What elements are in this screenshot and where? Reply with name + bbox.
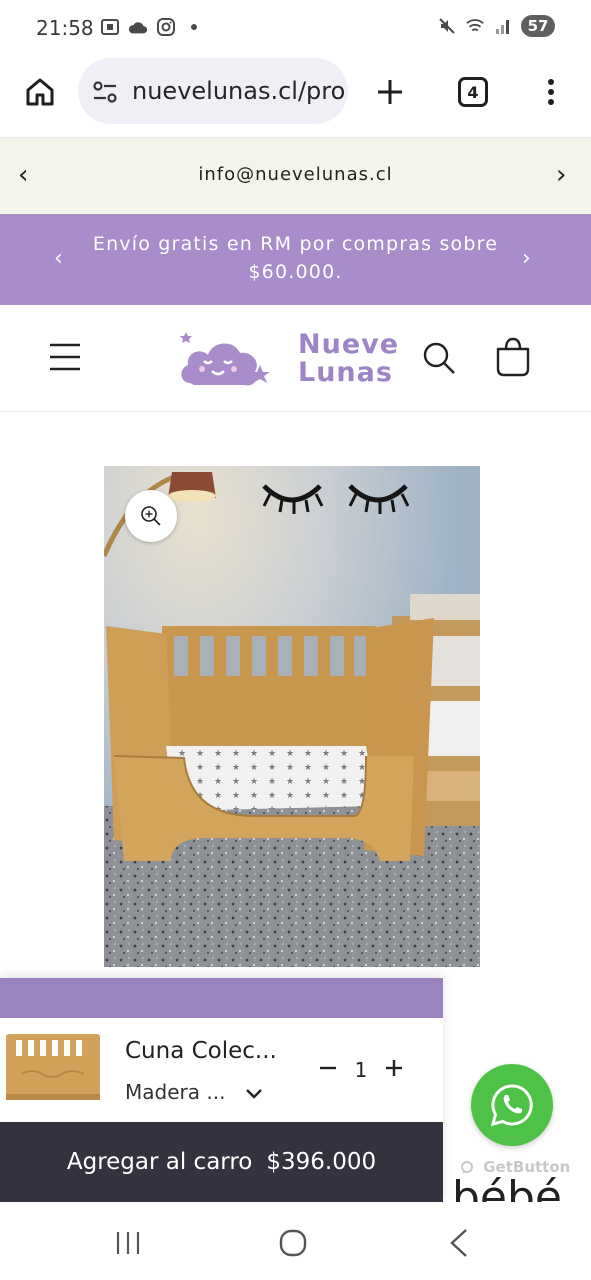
status-bar: 21:58 57: [0, 0, 591, 56]
sticky-bar-header: [0, 978, 443, 1018]
status-right-icons: 57: [437, 15, 555, 37]
announcement-next-button[interactable]: ›: [556, 160, 566, 190]
system-nav-bar: [0, 1202, 591, 1280]
whatsapp-icon: [490, 1084, 533, 1127]
shipping-prev-button[interactable]: ‹: [54, 246, 63, 271]
product-image[interactable]: ★: [104, 466, 480, 967]
getbutton-branding[interactable]: GetButton: [460, 1158, 570, 1176]
quantity-increase-button[interactable]: [382, 1056, 406, 1080]
hamburger-menu-icon[interactable]: [48, 341, 82, 373]
add-to-cart-button[interactable]: Agregar al carro $396.000: [0, 1122, 443, 1202]
sticky-product-name: Cuna Colec...: [125, 1038, 277, 1064]
site-header: Nueve Lunas: [0, 305, 591, 412]
site-logo[interactable]: Nueve Lunas: [178, 325, 398, 395]
getbutton-logo-icon: [461, 1161, 473, 1174]
getbutton-label: GetButton: [483, 1158, 571, 1176]
announcement-bar-contact: ‹ info@nuevelunas.cl ›: [0, 137, 591, 214]
instagram-icon: [156, 17, 176, 37]
wifi-icon: [465, 16, 485, 36]
crib-photo: ★: [104, 466, 480, 967]
shipping-text: Envío gratis en RM por compras sobre $60…: [92, 233, 499, 283]
logo-text-line2: Lunas: [298, 357, 393, 388]
shipping-next-button[interactable]: ›: [522, 246, 531, 271]
status-left-icons: [100, 17, 204, 37]
zoom-in-icon: [141, 506, 161, 526]
more-vert-icon: [548, 79, 554, 105]
status-time: 21:58: [36, 16, 94, 40]
product-title-partial: bébé: [452, 1172, 562, 1204]
logo-text-line1: Nueve: [298, 329, 400, 360]
plus-icon: [378, 80, 402, 104]
dot-icon: [184, 17, 204, 37]
screenshot-icon: [100, 17, 120, 37]
add-to-cart-label: Agregar al carro: [66, 1149, 253, 1175]
add-to-cart-price: $396.000: [266, 1149, 377, 1175]
chevron-down-icon[interactable]: [243, 1082, 265, 1104]
browser-home-button[interactable]: [22, 74, 58, 110]
sticky-add-to-cart: Cuna Colec... Madera ... 1 Agregar al ca…: [0, 978, 443, 1202]
whatsapp-button[interactable]: [471, 1064, 553, 1146]
site-settings-icon[interactable]: [92, 79, 118, 105]
url-text[interactable]: nuevelunas.cl/pro: [132, 77, 345, 105]
cart-bag-icon[interactable]: [494, 337, 532, 377]
new-tab-button[interactable]: [370, 72, 410, 112]
quantity-decrease-button[interactable]: [316, 1056, 340, 1080]
search-icon[interactable]: [422, 341, 456, 375]
tab-switcher-button[interactable]: 4: [458, 77, 488, 107]
zoom-button[interactable]: [125, 490, 177, 542]
address-bar[interactable]: nuevelunas.cl/pro: [78, 58, 348, 124]
mute-icon: [437, 16, 457, 36]
nav-home-icon[interactable]: [279, 1229, 307, 1257]
announcement-text: info@nuevelunas.cl: [198, 164, 393, 185]
home-icon: [26, 78, 54, 106]
browser-toolbar: nuevelunas.cl/pro 4: [0, 56, 591, 136]
battery-indicator: 57: [521, 15, 555, 37]
recent-apps-icon[interactable]: [114, 1230, 142, 1256]
back-icon[interactable]: [448, 1228, 470, 1258]
browser-menu-button[interactable]: [536, 72, 566, 112]
quantity-value[interactable]: 1: [352, 1058, 370, 1082]
announcement-bar-shipping: ‹ Envío gratis en RM por compras sobre $…: [0, 214, 591, 305]
signal-icon: [493, 16, 513, 36]
variant-select[interactable]: Madera ...: [125, 1080, 225, 1104]
cloud-icon: [128, 17, 148, 37]
crib-thumbnail-icon: [2, 1028, 104, 1106]
product-thumbnail: [2, 1028, 104, 1106]
